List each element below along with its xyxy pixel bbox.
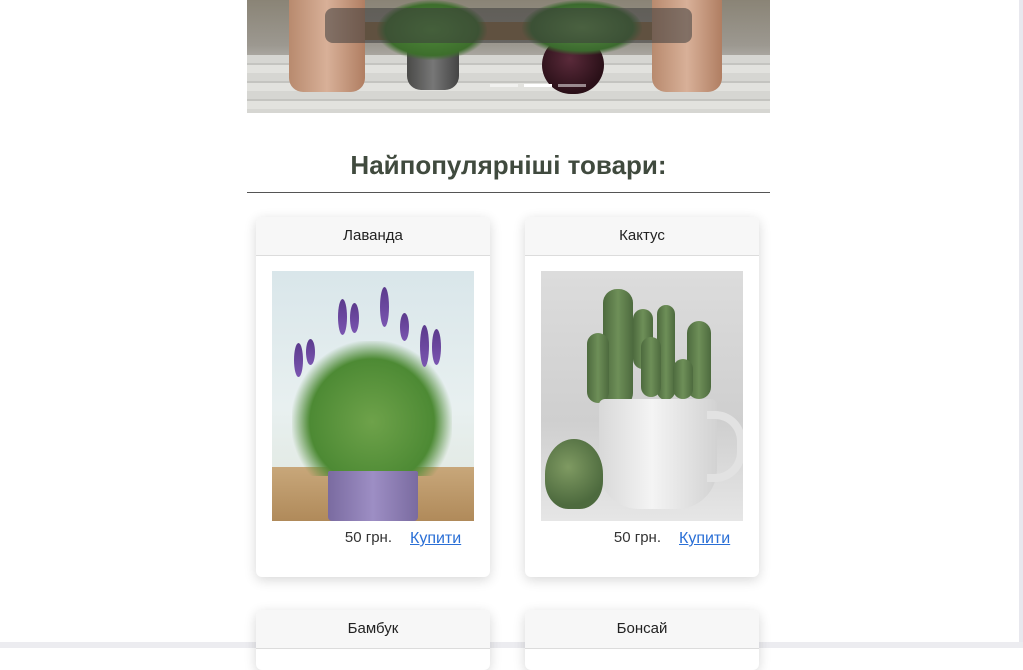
carousel-indicator-active[interactable]: [524, 84, 552, 87]
product-name: Кактус: [525, 217, 759, 256]
section-title: Найпопулярніші товари:: [350, 150, 667, 180]
product-name: Лаванда: [256, 217, 490, 256]
hero-carousel[interactable]: [247, 0, 770, 113]
carousel-indicators: [490, 84, 586, 87]
product-price: 50 грн.: [344, 529, 392, 546]
section-divider: [247, 192, 770, 193]
buy-link[interactable]: Купити: [410, 530, 461, 548]
product-footer: 50 грн. Купити: [525, 529, 759, 553]
product-card: Бамбук: [256, 610, 490, 670]
product-card: Кактус 50 грн. Купити: [525, 217, 759, 577]
carousel-indicator[interactable]: [490, 84, 518, 87]
product-name: Бонсай: [525, 610, 759, 649]
carousel-caption: [325, 8, 692, 43]
product-price: 50 грн.: [613, 529, 661, 546]
product-card: Лаванда 50 грн. Купити: [256, 217, 490, 577]
carousel-indicator[interactable]: [558, 84, 586, 87]
cactus-photo: [541, 271, 743, 521]
lavender-photo: [272, 271, 474, 521]
horizontal-scrollbar[interactable]: [0, 642, 1023, 648]
vertical-scrollbar[interactable]: [1019, 0, 1023, 648]
product-footer: 50 грн. Купити: [256, 529, 490, 553]
buy-link[interactable]: Купити: [679, 530, 730, 548]
product-name: Бамбук: [256, 610, 490, 649]
product-card: Бонсай: [525, 610, 759, 670]
